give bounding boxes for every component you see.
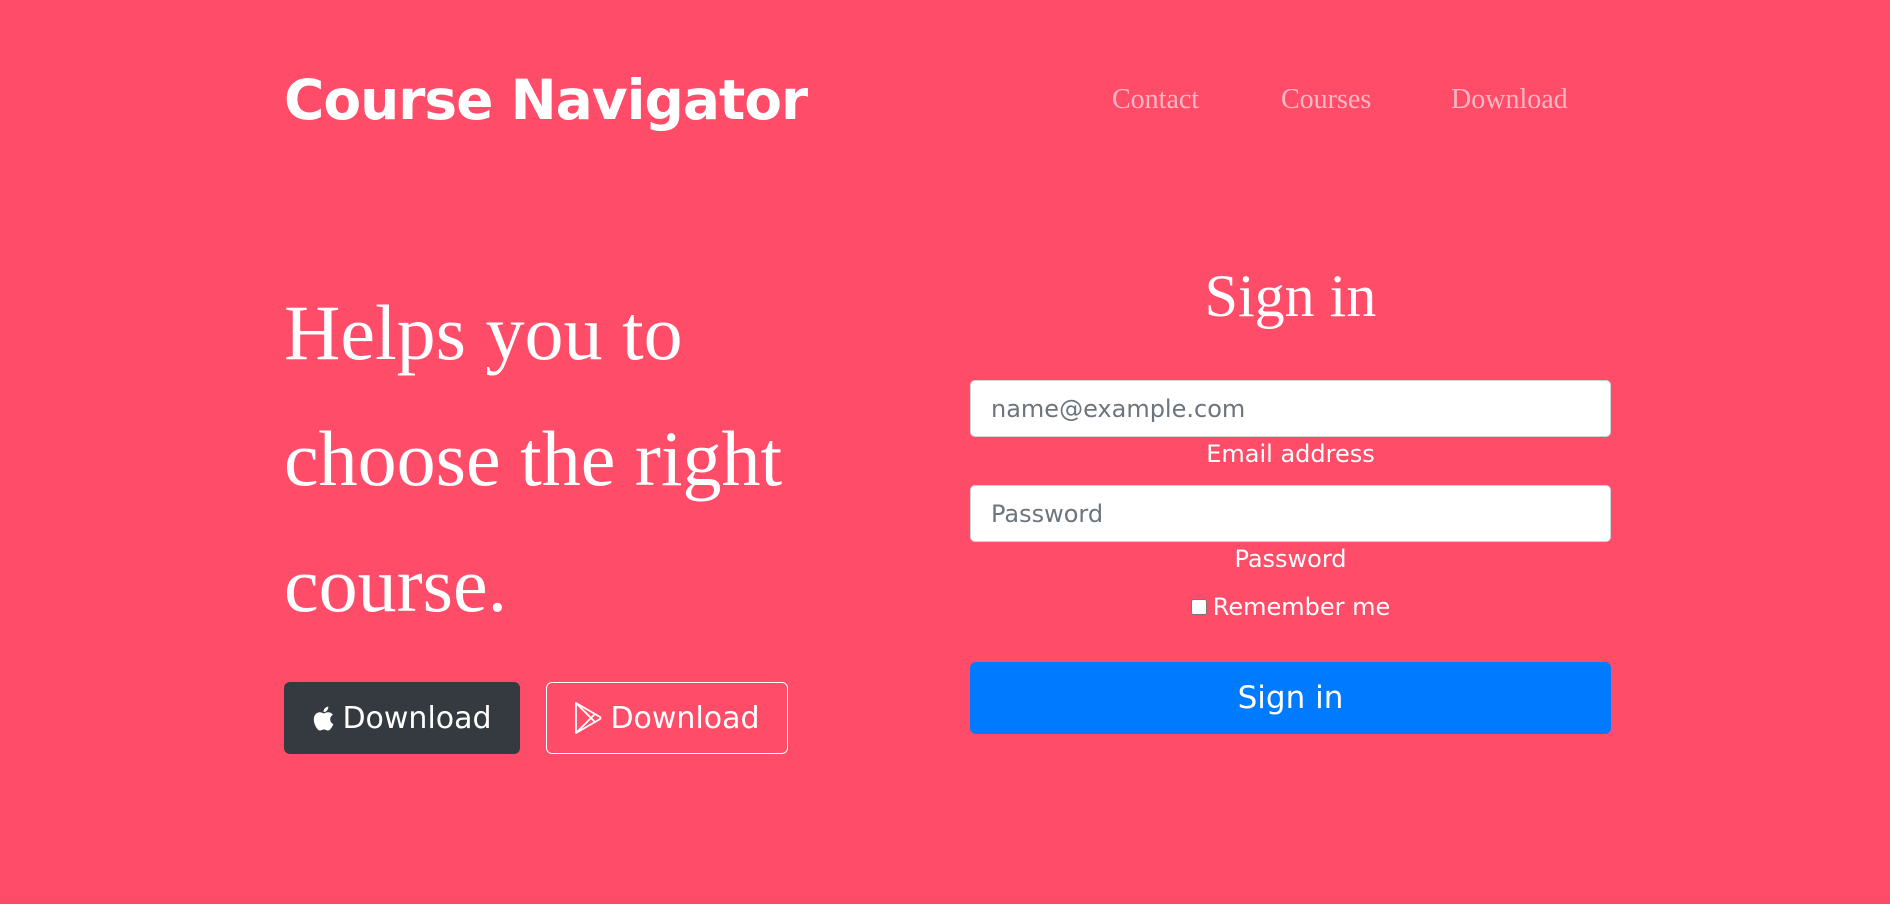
nav-contact[interactable]: Contact — [1112, 82, 1199, 118]
email-field[interactable] — [970, 380, 1611, 437]
sign-in-button[interactable]: Sign in — [970, 662, 1611, 734]
password-label: Password — [1234, 545, 1347, 573]
password-field[interactable] — [970, 485, 1611, 542]
footer-strip — [0, 896, 1890, 904]
nav-courses[interactable]: Courses — [1281, 82, 1371, 118]
hero-line-1: Helps you to — [284, 289, 683, 376]
app-store-download-label: Download — [342, 700, 492, 736]
apple-icon — [312, 705, 334, 732]
brand-title[interactable]: Course Navigator — [284, 62, 808, 138]
google-play-download-label: Download — [610, 700, 760, 736]
app-store-download-button[interactable]: Download — [284, 682, 520, 754]
hero-line-2: choose the right — [284, 415, 783, 502]
hero-heading: Helps you to choose the right course. — [284, 270, 884, 648]
google-play-icon — [574, 702, 602, 734]
remember-me-checkbox[interactable] — [1190, 599, 1207, 615]
hero-line-3: course. — [284, 541, 508, 628]
email-label: Email address — [1206, 440, 1375, 468]
remember-me-label: Remember me — [1212, 593, 1391, 621]
remember-me: Remember me — [970, 592, 1611, 622]
google-play-download-button[interactable]: Download — [546, 682, 788, 754]
signin-title: Sign in — [1204, 263, 1377, 329]
nav-download[interactable]: Download — [1451, 82, 1568, 118]
